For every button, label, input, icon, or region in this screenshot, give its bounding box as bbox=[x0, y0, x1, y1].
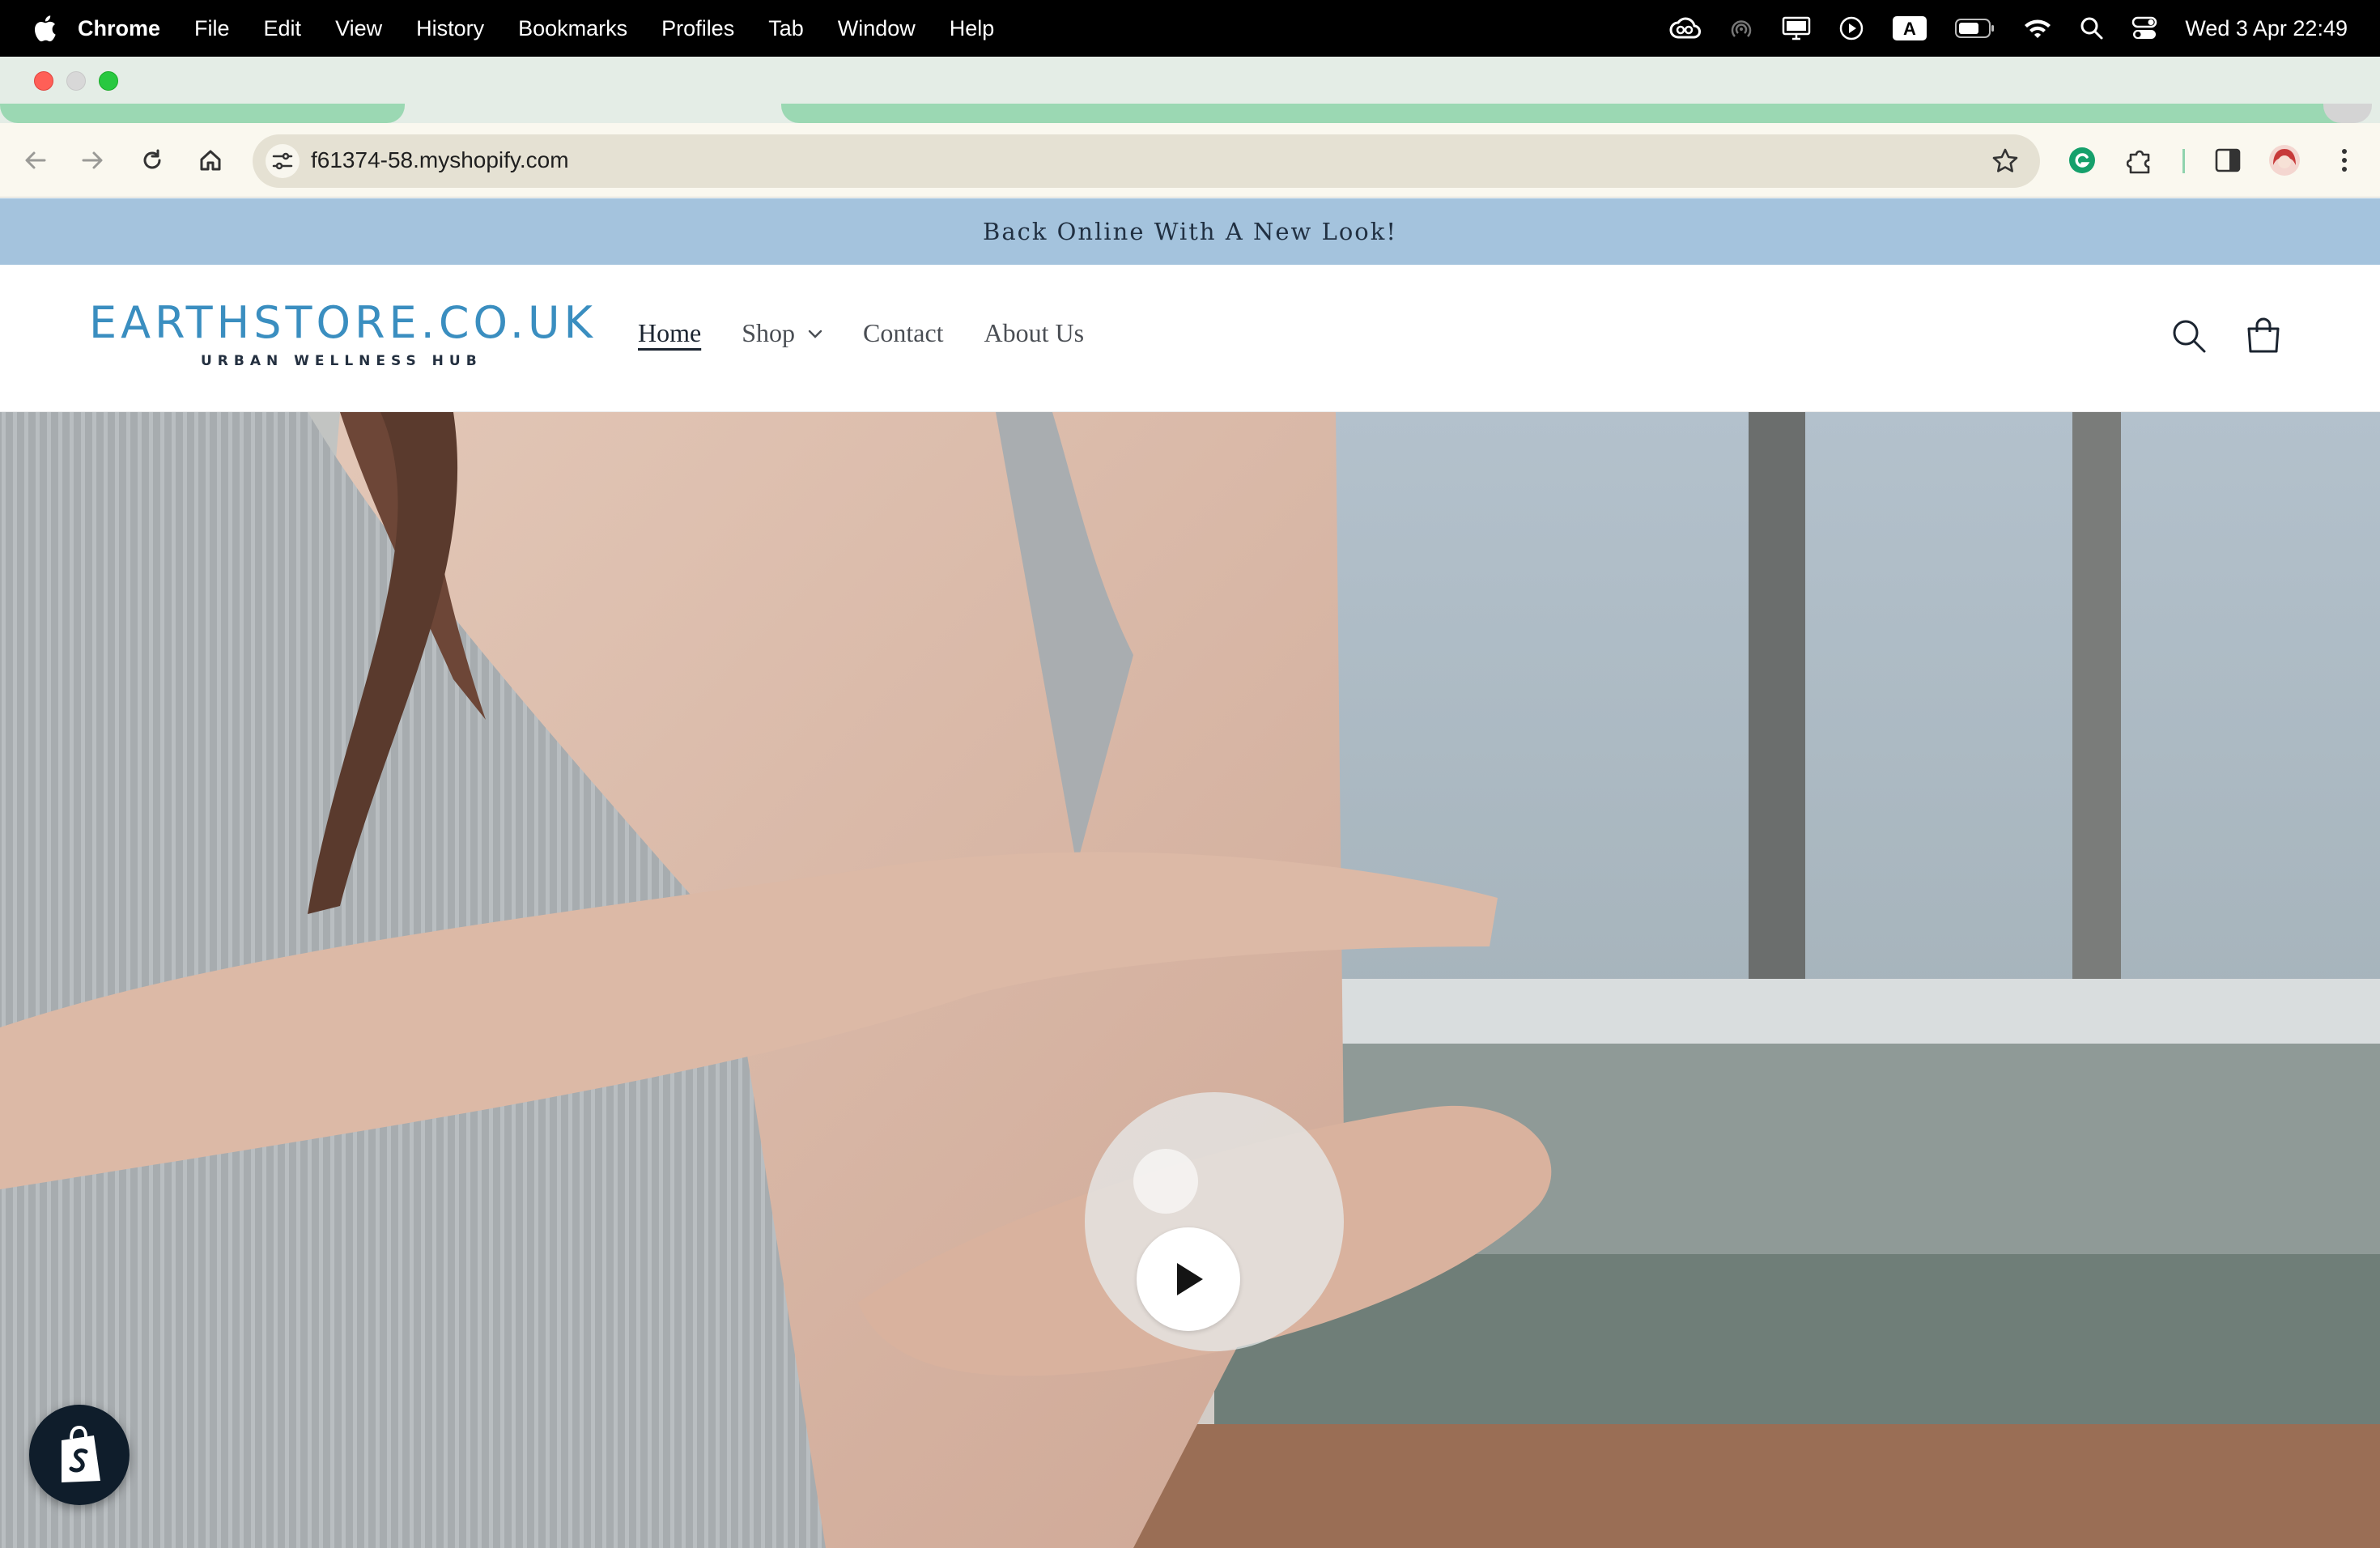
play-video-button[interactable] bbox=[1137, 1227, 1240, 1331]
menubar-status-area: A Wed 3 Apr 22:49 bbox=[1668, 15, 2348, 41]
home-icon bbox=[200, 150, 221, 171]
close-window-button[interactable] bbox=[34, 71, 53, 91]
play-icon bbox=[1177, 1263, 1203, 1295]
wifi-icon[interactable] bbox=[2023, 17, 2052, 40]
search-icon bbox=[2173, 320, 2206, 353]
menu-window[interactable]: Window bbox=[838, 16, 916, 41]
tab-group-left[interactable] bbox=[0, 104, 405, 123]
svg-text:A: A bbox=[1903, 19, 1916, 39]
home-button[interactable] bbox=[193, 142, 228, 178]
menu-edit[interactable]: Edit bbox=[264, 16, 302, 41]
profile-avatar-button[interactable] bbox=[2267, 142, 2302, 178]
chevron-down-icon bbox=[808, 330, 822, 338]
menu-tab[interactable]: Tab bbox=[768, 16, 804, 41]
nav-contact-link[interactable]: Contact bbox=[863, 318, 944, 348]
window-titlebar bbox=[0, 57, 2380, 104]
tab-strip bbox=[0, 104, 2380, 123]
back-button[interactable] bbox=[18, 142, 53, 178]
display-icon[interactable] bbox=[1782, 16, 1811, 40]
store-logo[interactable]: EARTHSTORE.CO.UK URBAN WELLNESS HUB bbox=[89, 297, 597, 369]
creative-cloud-icon[interactable] bbox=[1668, 16, 1702, 40]
side-panel-icon bbox=[2215, 148, 2241, 172]
hero-video-banner[interactable] bbox=[0, 412, 2380, 1548]
menu-view[interactable]: View bbox=[335, 16, 382, 41]
tab-group-right[interactable] bbox=[781, 104, 2344, 123]
cart-button[interactable] bbox=[2241, 313, 2286, 359]
menu-app-chrome[interactable]: Chrome bbox=[78, 16, 160, 41]
arrow-right-icon bbox=[82, 151, 103, 169]
grammarly-icon bbox=[2069, 147, 2095, 173]
avatar bbox=[2269, 145, 2300, 176]
url-text[interactable]: f61374-58.myshopify.com bbox=[311, 147, 569, 173]
apple-logo-icon[interactable] bbox=[32, 15, 57, 42]
minimize-window-button[interactable] bbox=[66, 71, 86, 91]
kebab-menu-icon bbox=[2342, 149, 2347, 172]
spotlight-search-icon[interactable] bbox=[2080, 16, 2104, 40]
logo-tagline: URBAN WELLNESS HUB bbox=[201, 353, 482, 369]
new-tab-area[interactable] bbox=[2323, 104, 2372, 123]
nav-shop-label: Shop bbox=[742, 318, 795, 347]
menu-bookmarks[interactable]: Bookmarks bbox=[518, 16, 627, 41]
address-bar[interactable]: f61374-58.myshopify.com bbox=[253, 134, 2040, 188]
main-navigation: Home Shop Contact About Us bbox=[638, 318, 1124, 348]
forward-button[interactable] bbox=[74, 142, 110, 178]
menu-help[interactable]: Help bbox=[950, 16, 995, 41]
side-panel-button[interactable] bbox=[2210, 142, 2246, 178]
arrow-left-icon bbox=[25, 151, 46, 169]
search-button[interactable] bbox=[2166, 313, 2212, 359]
nav-home-link[interactable]: Home bbox=[638, 318, 701, 348]
site-settings-icon[interactable] bbox=[266, 144, 300, 178]
nav-about-link[interactable]: About Us bbox=[984, 318, 1085, 348]
nav-shop-link[interactable]: Shop bbox=[742, 318, 822, 348]
play-circle-icon[interactable] bbox=[1838, 15, 1864, 41]
menu-profiles[interactable]: Profiles bbox=[661, 16, 734, 41]
battery-icon[interactable] bbox=[1955, 18, 1995, 39]
chrome-window: f61374-58.myshopify.com Back Online With… bbox=[0, 57, 2380, 1548]
shopping-bag-icon bbox=[2247, 317, 2280, 353]
extensions-button[interactable] bbox=[2123, 142, 2158, 178]
hero-video-frame bbox=[0, 412, 2380, 1548]
menubar-clock[interactable]: Wed 3 Apr 22:49 bbox=[2185, 16, 2348, 41]
toolbar-divider bbox=[2182, 149, 2185, 173]
airdrop-icon[interactable] bbox=[1728, 15, 1754, 41]
reload-button[interactable] bbox=[134, 142, 170, 178]
control-center-icon[interactable] bbox=[2131, 16, 2157, 40]
grammarly-extension-button[interactable] bbox=[2064, 142, 2100, 178]
macos-menu-bar: Chrome File Edit View History Bookmarks … bbox=[0, 0, 2380, 57]
chrome-menu-button[interactable] bbox=[2327, 142, 2362, 178]
announcement-bar: Back Online With A New Look! bbox=[0, 198, 2380, 265]
zoom-window-button[interactable] bbox=[99, 71, 118, 91]
store-header: EARTHSTORE.CO.UK URBAN WELLNESS HUB Home… bbox=[0, 265, 2380, 412]
menu-history[interactable]: History bbox=[416, 16, 484, 41]
bookmark-star-icon[interactable] bbox=[1991, 147, 2019, 175]
shopify-admin-badge[interactable] bbox=[29, 1405, 130, 1505]
reload-icon bbox=[143, 149, 161, 169]
announcement-text: Back Online With A New Look! bbox=[983, 218, 1397, 245]
logo-name: EARTHSTORE.CO.UK bbox=[89, 297, 597, 348]
puzzle-piece-icon bbox=[2127, 150, 2150, 174]
keyboard-input-icon[interactable]: A bbox=[1892, 15, 1927, 41]
browser-toolbar: f61374-58.myshopify.com bbox=[0, 123, 2380, 198]
menu-file[interactable]: File bbox=[194, 16, 230, 41]
shopify-bag-icon bbox=[62, 1426, 100, 1482]
store-page: Back Online With A New Look! EARTHSTORE.… bbox=[0, 198, 2380, 1548]
